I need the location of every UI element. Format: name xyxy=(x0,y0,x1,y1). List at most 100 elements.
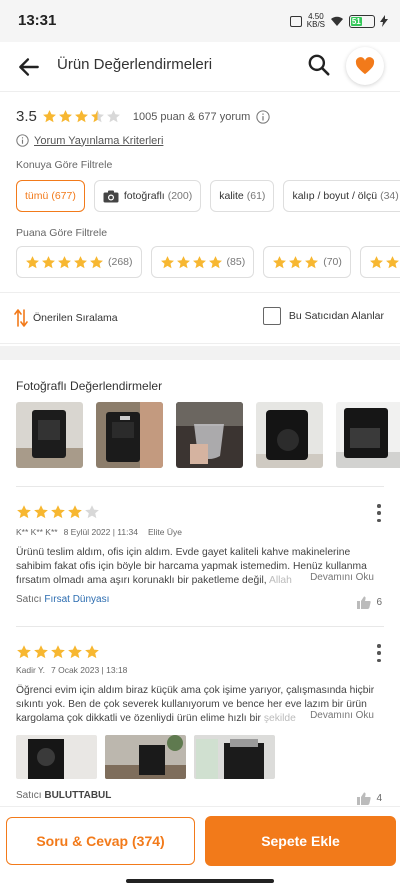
review-date: 7 Ocak 2023 | 13:18 xyxy=(51,665,128,675)
seller-only-label: Bu Satıcıdan Alanlar xyxy=(288,310,384,322)
status-icons: 4.50 KB/S 51 xyxy=(289,12,388,29)
sort-button[interactable]: Önerilen Sıralama xyxy=(14,308,118,328)
chip-4-stars[interactable]: (85) xyxy=(150,246,255,278)
kebab-icon[interactable] xyxy=(376,504,382,522)
sort-label: Önerilen Sıralama xyxy=(33,312,118,324)
star-icon xyxy=(58,255,71,268)
star-icon xyxy=(17,645,31,659)
review-photos xyxy=(16,735,275,779)
review-photo[interactable] xyxy=(176,402,243,468)
divider xyxy=(16,486,384,487)
sim-icon xyxy=(289,15,302,27)
seller-link[interactable]: BULUTTABUL xyxy=(44,790,111,801)
review-photo[interactable] xyxy=(16,735,97,779)
star-icon xyxy=(58,110,72,123)
review-author: K** K** K** xyxy=(16,527,58,537)
battery-level: 51 xyxy=(351,16,362,26)
star-icon xyxy=(192,255,206,268)
rating-value: 3.5 xyxy=(16,108,37,125)
star-icon xyxy=(74,110,88,123)
info-icon xyxy=(16,134,29,147)
seller-only-checkbox[interactable] xyxy=(262,307,281,325)
review-photo[interactable] xyxy=(194,735,275,779)
star-icon xyxy=(106,110,120,123)
review-photo[interactable] xyxy=(16,402,83,468)
read-more-link[interactable]: Devamını Oku xyxy=(306,572,374,583)
star-icon xyxy=(34,645,48,659)
star-icon xyxy=(51,645,65,659)
star-icon xyxy=(305,255,319,268)
camera-icon xyxy=(103,190,119,202)
seller-only-toggle[interactable]: Bu Satıcıdan Alanlar xyxy=(262,307,384,325)
star-icon xyxy=(51,505,65,519)
thumbs-up-icon xyxy=(357,792,372,805)
chip-size[interactable]: kalıp / boyut / ölçü (34) xyxy=(283,180,400,212)
network-speed: 4.50 KB/S xyxy=(306,12,325,29)
criteria-link-label: Yorum Yayınlama Kriterleri xyxy=(34,134,164,147)
star-icon xyxy=(160,255,174,268)
divider xyxy=(16,626,384,627)
review-seller: Satıcı Fırsat Dünyası xyxy=(16,594,110,605)
overall-rating: 3.5 1005 puan & 677 yorum xyxy=(16,108,270,125)
like-button[interactable]: 4 xyxy=(357,792,382,805)
charging-icon xyxy=(380,15,388,27)
star-icon xyxy=(385,255,399,268)
info-icon[interactable] xyxy=(256,109,270,124)
star-icon xyxy=(26,255,39,268)
topic-filter-chips: tümü (677) fotoğraflı (200) kalite (61) … xyxy=(16,180,400,212)
add-to-cart-button[interactable]: Sepete Ekle xyxy=(205,816,396,866)
review-badge: Elite Üye xyxy=(147,527,182,537)
home-indicator xyxy=(126,879,274,883)
star-icon xyxy=(17,505,31,519)
seller-link[interactable]: Fırsat Dünyası xyxy=(44,594,109,605)
star-icon xyxy=(90,255,103,268)
like-button[interactable]: 6 xyxy=(357,596,382,609)
review-meta: K** K** K** 8 Eylül 2022 | 11:34 Elite Ü… xyxy=(16,527,182,537)
chip-5-stars[interactable]: (268) xyxy=(16,246,142,278)
star-icon xyxy=(369,255,383,268)
rating-count: 1005 puan & 677 yorum xyxy=(132,110,251,123)
read-more-link[interactable]: Devamını Oku xyxy=(306,710,374,721)
star-icon xyxy=(42,255,55,268)
bottom-action-bar: Soru & Cevap (374) Sepete Ekle xyxy=(0,806,400,888)
favorite-button[interactable] xyxy=(346,47,384,85)
review-seller: Satıcı BULUTTABUL xyxy=(16,790,112,801)
star-icon xyxy=(85,505,99,519)
photo-reviews-strip xyxy=(16,402,400,468)
chip-3-stars[interactable]: (70) xyxy=(263,246,351,278)
like-count: 6 xyxy=(376,597,382,608)
review-date: 8 Eylül 2022 | 11:34 xyxy=(63,527,138,537)
heart-icon xyxy=(355,57,375,75)
topic-filter-label: Konuya Göre Filtrele xyxy=(16,159,113,171)
star-icon xyxy=(42,110,56,123)
star-icon xyxy=(34,505,48,519)
section-separator xyxy=(0,346,400,360)
review-stars xyxy=(16,504,100,520)
chip-quality[interactable]: kalite (61) xyxy=(210,180,275,212)
star-icon xyxy=(74,255,87,268)
summary-stars xyxy=(42,109,121,124)
review-photo[interactable] xyxy=(96,402,163,468)
chip-all[interactable]: tümü (677) xyxy=(16,180,85,212)
score-filter-chips: (268) (85) (70) xyxy=(16,246,400,278)
search-icon[interactable] xyxy=(306,52,332,78)
star-icon xyxy=(85,645,99,659)
chip-2-stars[interactable] xyxy=(359,246,400,278)
star-icon xyxy=(273,255,287,268)
sort-bar: Önerilen Sıralama Bu Satıcıdan Alanlar xyxy=(0,292,400,344)
review-photo[interactable] xyxy=(105,735,186,779)
criteria-link[interactable]: Yorum Yayınlama Kriterleri xyxy=(16,134,163,147)
back-arrow-icon[interactable] xyxy=(16,54,42,80)
review-photo[interactable] xyxy=(256,402,323,468)
star-icon xyxy=(90,110,104,123)
wifi-icon xyxy=(331,16,343,26)
thumbs-up-icon xyxy=(357,596,372,609)
photo-reviews-title: Fotoğraflı Değerlendirmeler xyxy=(16,379,163,393)
qa-button[interactable]: Soru & Cevap (374) xyxy=(6,817,195,865)
review-stars xyxy=(16,644,100,660)
score-filter-label: Puana Göre Filtrele xyxy=(16,227,108,239)
review-photo[interactable] xyxy=(336,402,400,468)
chip-photos[interactable]: fotoğraflı (200) xyxy=(93,180,202,212)
kebab-icon[interactable] xyxy=(376,644,382,662)
star-icon xyxy=(68,645,82,659)
